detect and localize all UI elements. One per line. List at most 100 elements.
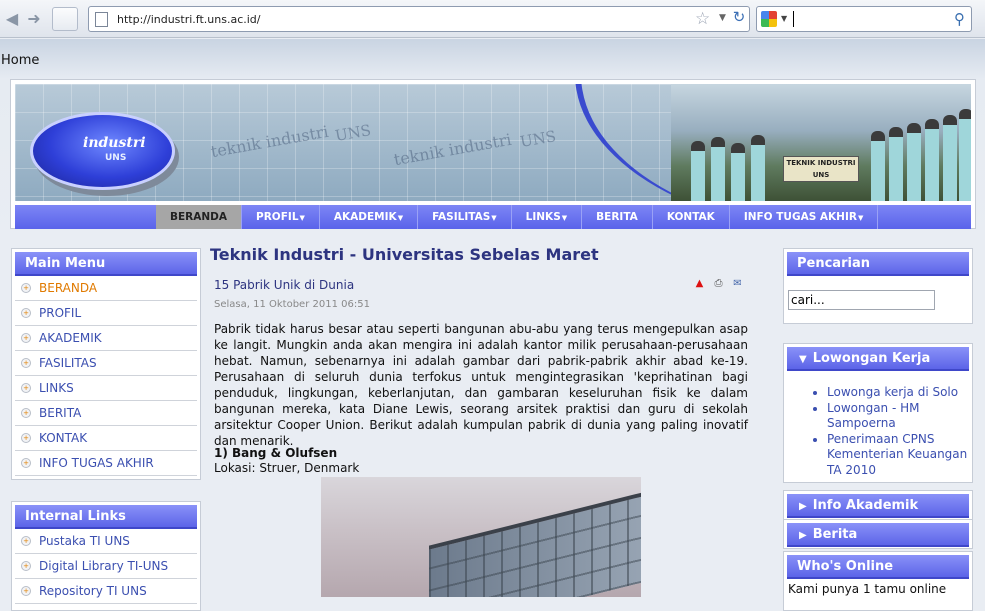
url-bar[interactable]: http://industri.ft.uns.ac.id/ ☆ ▼ ↻	[88, 6, 750, 32]
forward-icon[interactable]: ➜	[24, 9, 44, 29]
history-icon[interactable]	[52, 7, 78, 31]
menu-item[interactable]: + BERITA	[15, 401, 197, 426]
menu-item-label: AKADEMIK	[39, 331, 102, 345]
internal-links-box: Internal Links + Pustaka TI UNS + Digital L…	[11, 501, 201, 611]
article-subheading: 1) Bang & Olufsen	[214, 446, 338, 460]
main-menu-title: Main Menu	[15, 252, 197, 276]
info-akademik-title: Info Akademik	[812, 498, 919, 513]
article-body: Pabrik tidak harus besar atau seperti ba…	[214, 322, 748, 448]
dropdown-arrow-icon: ▼	[857, 214, 864, 222]
nav-item-akademik[interactable]: AKADEMIK▼	[320, 205, 419, 229]
main-menu-box: Main Menu + BERANDA + PROFIL + AKADEMIK + FASIL…	[11, 248, 201, 480]
site-header: teknik industri UNS teknik industri UNS …	[10, 79, 976, 229]
nav-item-beranda[interactable]: BERANDA	[156, 205, 243, 229]
bookmark-star-icon[interactable]: ☆	[695, 9, 710, 29]
bullet-plus-icon: +	[21, 383, 31, 393]
nav-item-kontak[interactable]: KONTAK	[653, 205, 730, 229]
site-logo[interactable]: industri UNS	[30, 112, 175, 190]
photo-sign: TEKNIK INDUSTRI UNS	[783, 156, 859, 182]
bullet-plus-icon: +	[21, 358, 31, 368]
group-photo: TEKNIK INDUSTRI UNS	[671, 84, 971, 201]
lowongan-link[interactable]: Lowongan - HM Sampoerna	[827, 401, 969, 432]
google-icon[interactable]	[761, 11, 777, 27]
menu-item[interactable]: + LINKS	[15, 376, 197, 401]
nav-item-links[interactable]: LINKS▼	[512, 205, 583, 229]
article-location: Lokasi: Struer, Denmark	[214, 461, 360, 475]
nav-item-profil[interactable]: PROFIL▼	[242, 205, 320, 229]
browser-toolbar: ◀ ➜ http://industri.ft.uns.ac.id/ ☆ ▼ ↻ …	[0, 0, 985, 38]
menu-item[interactable]: + AKADEMIK	[15, 326, 197, 351]
menu-item[interactable]: + PROFIL	[15, 301, 197, 326]
bullet-plus-icon: +	[21, 308, 31, 318]
banner: teknik industri UNS teknik industri UNS …	[15, 84, 971, 201]
bullet-plus-icon: +	[21, 333, 31, 343]
print-icon[interactable]: ⎙	[712, 277, 725, 290]
lowongan-link[interactable]: Penerimaan CPNS Kementerian Keuangan TA …	[827, 432, 969, 479]
menu-item[interactable]: + Digital Library TI-UNS	[15, 554, 197, 579]
berita-header[interactable]: ▶ Berita	[787, 523, 969, 547]
menu-item[interactable]: + Pustaka TI UNS	[15, 529, 197, 554]
menu-item-label: LINKS	[39, 381, 74, 395]
lowongan-box: ▼ Lowongan Kerja Lowonga kerja di SoloLow…	[783, 343, 973, 483]
dropdown-arrow-icon: ▼	[561, 214, 568, 222]
factory-photo	[321, 477, 641, 597]
main-navbar: BERANDA PROFIL▼ AKADEMIK▼ FASILITAS▼ LINKS▼ B…	[15, 205, 971, 229]
reload-icon[interactable]: ↻	[729, 8, 749, 30]
bullet-plus-icon: +	[21, 561, 31, 571]
lowongan-link[interactable]: Lowonga kerja di Solo	[827, 385, 969, 401]
nav-item-label: AKADEMIK	[333, 211, 397, 223]
whos-online-text: Kami punya 1 tamu online	[788, 582, 947, 596]
menu-item-label: PROFIL	[39, 306, 82, 320]
pdf-icon[interactable]: ▲	[693, 277, 706, 290]
menu-item[interactable]: + FASILITAS	[15, 351, 197, 376]
nav-item-label: PROFIL	[256, 211, 299, 223]
info-akademik-header[interactable]: ▶ Info Akademik	[787, 494, 969, 518]
bullet-plus-icon: +	[21, 408, 31, 418]
info-akademik-box: ▶ Info Akademik	[783, 490, 973, 520]
breadcrumb[interactable]: Home	[1, 53, 39, 68]
nav-item-label: BERANDA	[170, 211, 228, 223]
logo-text: industri	[83, 135, 146, 151]
whos-online-title: Who's Online	[787, 555, 969, 579]
dropdown-arrow-icon: ▼	[299, 214, 305, 222]
internal-links-title: Internal Links	[15, 505, 197, 529]
expand-right-icon: ▶	[799, 501, 807, 512]
menu-item[interactable]: + KONTAK	[15, 426, 197, 451]
article-tools: ▲ ⎙ ✉	[693, 277, 744, 290]
menu-item-label: Digital Library TI-UNS	[39, 559, 169, 573]
lowongan-header[interactable]: ▼ Lowongan Kerja	[787, 347, 969, 371]
back-icon[interactable]: ◀	[2, 9, 22, 29]
menu-item-label: INFO TUGAS AKHIR	[39, 456, 154, 470]
menu-item-label: FASILITAS	[39, 356, 97, 370]
search-engine-dropdown-icon[interactable]: ▼	[781, 14, 787, 23]
email-icon[interactable]: ✉	[731, 277, 744, 290]
nav-item-berita[interactable]: BERITA	[582, 205, 653, 229]
nav-item-info-tugas-akhir[interactable]: INFO TUGAS AKHIR▼	[730, 205, 879, 229]
bullet-plus-icon: +	[21, 283, 31, 293]
text-caret	[793, 11, 794, 27]
url-dropdown-icon[interactable]: ▼	[719, 13, 726, 23]
nav-item-label: BERITA	[596, 211, 638, 223]
menu-item[interactable]: + INFO TUGAS AKHIR	[15, 451, 197, 476]
article-title[interactable]: 15 Pabrik Unik di Dunia	[214, 278, 354, 292]
nav-item-label: INFO TUGAS AKHIR	[743, 211, 857, 223]
url-text[interactable]: http://industri.ft.uns.ac.id/	[117, 13, 261, 26]
collapse-down-icon: ▼	[799, 354, 807, 365]
menu-item-label: KONTAK	[39, 431, 88, 445]
nav-item-label: FASILITAS	[432, 211, 491, 223]
logo-sub: UNS	[105, 153, 127, 163]
main-menu-list: + BERANDA + PROFIL + AKADEMIK + FASILITAS + LINKS…	[15, 276, 197, 476]
page-icon	[95, 12, 108, 27]
whos-online-box: Who's Online Kami punya 1 tamu online	[783, 551, 973, 611]
search-icon[interactable]: ⚲	[954, 10, 965, 28]
dropdown-arrow-icon: ▼	[397, 214, 404, 222]
menu-item[interactable]: + BERANDA	[15, 276, 197, 301]
bullet-plus-icon: +	[21, 536, 31, 546]
lowongan-title: Lowongan Kerja	[812, 351, 931, 366]
nav-item-fasilitas[interactable]: FASILITAS▼	[418, 205, 512, 229]
browser-search-bar[interactable]: ▼ ⚲	[756, 6, 972, 32]
search-input[interactable]	[788, 290, 935, 310]
expand-right-icon: ▶	[799, 530, 807, 541]
menu-item-label: Repository TI UNS	[39, 584, 147, 598]
menu-item[interactable]: + Repository TI UNS	[15, 579, 197, 604]
